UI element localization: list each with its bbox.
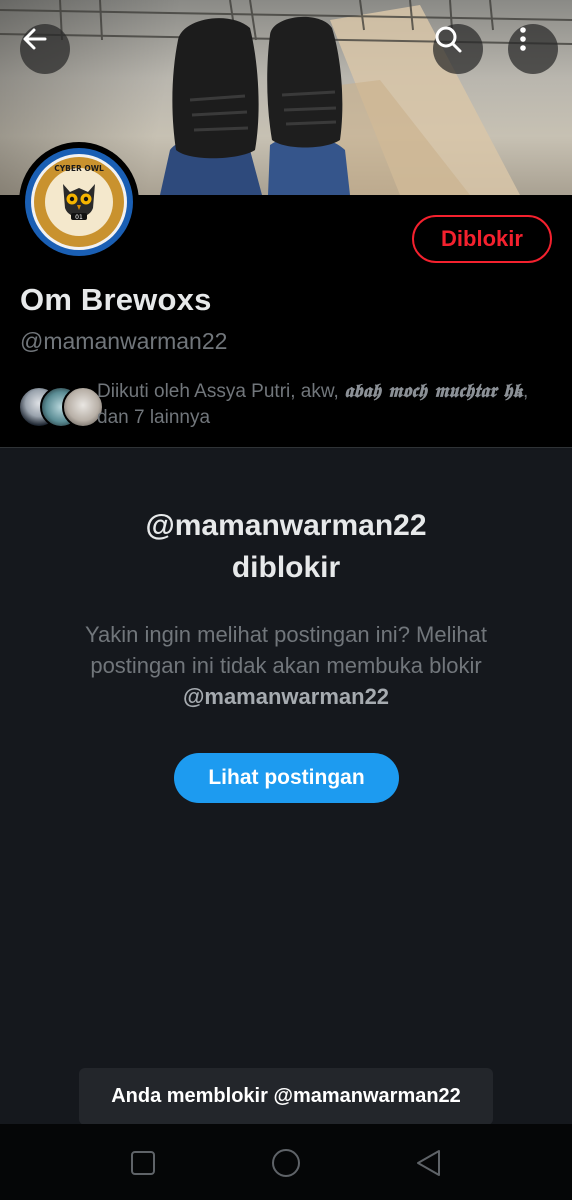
more-vertical-icon	[520, 27, 526, 51]
blocked-description-handle: @mamanwarman22	[182, 684, 390, 709]
arrow-left-icon	[23, 28, 47, 50]
blocked-toast: Anda memblokir @mamanwarman22	[79, 1068, 493, 1125]
back-button[interactable]	[20, 24, 70, 74]
recent-apps-button[interactable]	[128, 1148, 158, 1178]
profile-handle: @mamanwarman22	[20, 328, 228, 354]
home-button[interactable]	[271, 1148, 301, 1178]
system-nav-bar	[0, 1124, 572, 1200]
followed-by-stylized-name: 𝖆𝖇𝖆𝖍 𝖒𝖔𝖈𝖍 𝖒𝖚𝖈𝖍𝖙𝖆𝖗 𝖍𝖐	[344, 380, 524, 402]
profile-display-name: Om Brewoxs	[20, 282, 212, 317]
blocked-title: @mamanwarman22 diblokir	[60, 505, 512, 589]
svg-text:CYBER OWL: CYBER OWL	[54, 164, 104, 173]
cyber-owl-logo: 01 CYBER OWL	[25, 148, 133, 256]
blocked-description-text: Yakin ingin melihat postingan ini? Melih…	[85, 622, 487, 678]
view-posts-button[interactable]: Lihat postingan	[174, 753, 399, 803]
avatar[interactable]: 01 CYBER OWL	[19, 142, 139, 262]
system-back-button[interactable]	[414, 1148, 444, 1178]
svg-text:01: 01	[75, 214, 83, 221]
followed-by-row[interactable]: Diikuti oleh Assya Putri, akw, 𝖆𝖇𝖆𝖍 𝖒𝖔𝖈𝖍…	[18, 378, 558, 438]
followed-by-text: Diikuti oleh Assya Putri, akw, 𝖆𝖇𝖆𝖍 𝖒𝖔𝖈𝖍…	[97, 378, 559, 431]
blocked-button[interactable]: Diblokir	[412, 215, 552, 263]
more-options-button[interactable]	[508, 24, 558, 74]
header-divider	[0, 447, 572, 448]
blocked-title-status: diblokir	[231, 551, 341, 584]
square-icon	[131, 1151, 155, 1175]
circle-icon	[272, 1149, 300, 1177]
search-button[interactable]	[433, 24, 483, 74]
blocked-title-handle: @mamanwarman22	[145, 509, 427, 542]
search-icon	[435, 26, 462, 53]
toast-message: Anda memblokir @mamanwarman22	[111, 1085, 461, 1107]
blocked-description: Yakin ingin melihat postingan ini? Melih…	[40, 619, 532, 712]
triangle-back-icon	[417, 1150, 440, 1176]
followed-by-prefix: Diikuti oleh Assya Putri, akw,	[97, 381, 345, 402]
